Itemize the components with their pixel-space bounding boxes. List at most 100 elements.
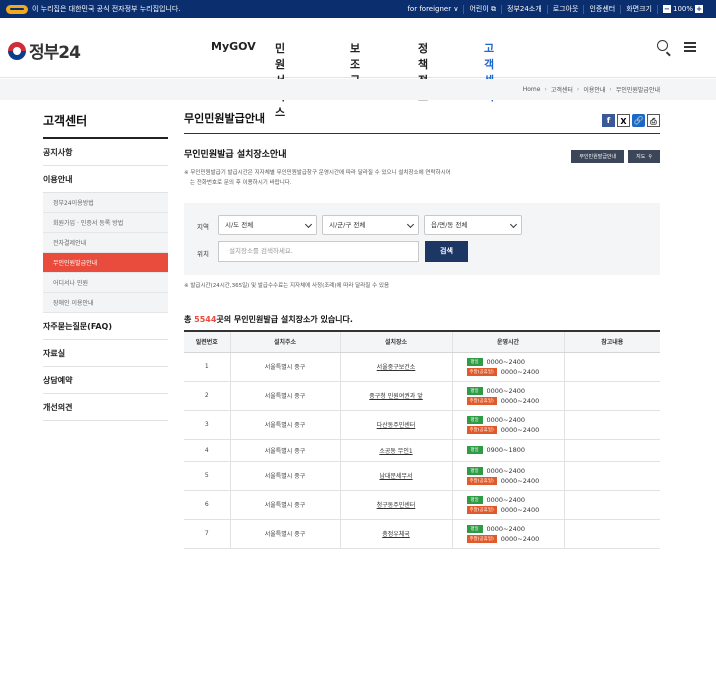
table-row: 5 서울특별시 중구 남대문세무서 평일 0000~2400 주말(공휴일) 0000~24… <box>184 461 660 491</box>
weekday-tag: 평일 <box>466 446 483 454</box>
eupmyeondong-select[interactable]: 읍/면/동 전체 <box>424 215 522 235</box>
weekday-hours: 0000~2400 <box>486 495 526 504</box>
cell-no: 5 <box>184 461 230 491</box>
search-icon[interactable] <box>657 40 668 51</box>
sidebar-submenu: 정부24이용방법 회원가입 · 인증서 등록 방법 전자결제안내 무인민원발급안… <box>43 193 168 313</box>
cell-note <box>563 519 660 549</box>
chevron-down-icon <box>304 220 313 229</box>
sigungu-select-value: 시/군/구 전체 <box>329 221 366 229</box>
table-row: 2 서울특별시 중구 중구청 민원여권과 앞 평일 0000~2400 주말(공휴일) 00… <box>184 381 660 411</box>
screen-size-label: 화면크기 <box>620 4 657 14</box>
sido-select-value: 시/도 전체 <box>225 221 254 229</box>
table-row: 7 서울특별시 중구 충정우체국 평일 0000~2400 주말(공휴일) 0000~240… <box>184 519 660 549</box>
sidebar-subitem-howto[interactable]: 정부24이용방법 <box>43 193 168 213</box>
cell-hours: 평일 0000~2400 주말(공휴일) 0000~2400 <box>451 352 564 382</box>
for-foreigner-link[interactable]: for foreigner ∨ <box>402 5 463 14</box>
weekday-hours: 0000~2400 <box>486 524 526 533</box>
notice-text: ※ 무인민원발급기 발급시간은 지자체별 무인민원발급창구 운영시간에 따라 달… <box>184 168 514 188</box>
cell-place-link[interactable]: 소공동 무인1 <box>339 439 452 462</box>
cell-place-link[interactable]: 중구청 민원여권과 앞 <box>339 381 452 411</box>
location-label: 위치 <box>197 250 209 258</box>
sidebar-item-notice[interactable]: 공지사항 <box>43 139 168 166</box>
kiosk-info-button[interactable]: 무인민원발급안내 <box>571 150 625 163</box>
sidebar-item-faq[interactable]: 자주묻는질문(FAQ) <box>43 313 168 340</box>
cell-note <box>563 490 660 520</box>
x-twitter-icon[interactable]: X <box>617 114 630 127</box>
nav-mygov[interactable]: MyGOV <box>211 40 256 53</box>
cell-address: 서울특별시 중구 <box>229 461 340 491</box>
cell-place-link[interactable]: 서울중구보건소 <box>339 352 452 382</box>
cell-note <box>563 352 660 382</box>
gov-notice-bar: 이 누리집은 대한민국 공식 전자정부 누리집입니다. for foreigne… <box>0 0 716 18</box>
kiosk-table: 일련번호 설치주소 설치장소 운영시간 참고내용 1 서울특별시 중구 서울중구보건… <box>184 330 660 549</box>
cell-no: 2 <box>184 381 230 411</box>
cell-note <box>563 410 660 440</box>
about-link[interactable]: 정부24소개 <box>501 4 547 14</box>
sidebar-item-consult[interactable]: 상담예약 <box>43 367 168 394</box>
weekend-hours: 0000~2400 <box>500 476 540 485</box>
cell-no: 4 <box>184 439 230 462</box>
weekday-hours: 0900~1800 <box>486 446 526 454</box>
sidebar-item-feedback[interactable]: 개선의견 <box>43 394 168 421</box>
sidebar-item-guide[interactable]: 이용안내 <box>43 166 168 193</box>
cell-hours: 평일 0000~2400 주말(공휴일) 0000~2400 <box>451 519 564 549</box>
zoom-in-button[interactable]: + <box>695 5 703 13</box>
sidebar-subitem-accessibility[interactable]: 장애인 이용안내 <box>43 293 168 313</box>
chevron-right-icon: › <box>609 86 612 93</box>
col-header-place: 설치장소 <box>339 331 452 353</box>
col-header-note: 참고내용 <box>563 331 660 353</box>
sigungu-select[interactable]: 시/군/구 전체 <box>322 215 419 235</box>
sidebar-item-library[interactable]: 자료실 <box>43 340 168 367</box>
cell-place-link[interactable]: 남대문세무서 <box>339 461 452 491</box>
logout-link[interactable]: 로그아웃 <box>546 4 584 14</box>
cell-address: 서울특별시 중구 <box>229 439 340 462</box>
sido-select[interactable]: 시/도 전체 <box>218 215 317 235</box>
cell-no: 1 <box>184 352 230 382</box>
breadcrumb-current: 무인민원발급안내 <box>615 87 660 94</box>
result-count: 총 5544곳의 무인민원발급 설치장소가 있습니다. <box>184 314 353 325</box>
kids-link[interactable]: 어린이 ⧉ <box>463 4 501 14</box>
breadcrumb-item[interactable]: 고객센터 <box>551 85 573 94</box>
map-button-label: 지도 <box>636 154 646 160</box>
cell-place-link[interactable]: 다산동주민센터 <box>339 410 452 440</box>
cell-address: 서울특별시 중구 <box>229 519 340 549</box>
weekday-tag: 평일 <box>466 524 483 533</box>
chevron-right-icon: › <box>576 86 580 93</box>
zoom-out-button[interactable]: − <box>662 5 671 13</box>
site-logo[interactable]: 정부24 <box>8 38 81 63</box>
menu-icon[interactable] <box>684 42 696 52</box>
count-suffix: 곳의 무인민원발급 설치장소가 있습니다. <box>216 315 353 324</box>
table-row: 3 서울특별시 중구 다산동주민센터 평일 0000~2400 주말(공휴일) 0000~2… <box>184 410 660 440</box>
sidebar-title: 고객센터 <box>43 112 168 139</box>
facebook-icon[interactable]: f <box>602 114 615 127</box>
cell-hours: 평일 0000~2400 주말(공휴일) 0000~2400 <box>451 410 564 440</box>
cert-center-link[interactable]: 인증센터 <box>583 4 620 14</box>
weekend-tag: 주말(공휴일) <box>466 425 497 434</box>
cell-hours: 평일 0000~2400 주말(공휴일) 0000~2400 <box>451 490 564 520</box>
site-header: 정부24 MyGOV 민원서비스 보조금24 정책정보 고객센터 <box>0 18 716 119</box>
sidebar-subitem-signup[interactable]: 회원가입 · 인증서 등록 방법 <box>43 213 168 233</box>
col-header-hours: 운영시간 <box>451 331 564 353</box>
region-label: 지역 <box>197 223 209 231</box>
breadcrumb-item[interactable]: 이용안내 <box>583 85 605 94</box>
cell-address: 서울특별시 중구 <box>229 381 340 411</box>
location-search-input[interactable]: 설치장소를 검색하세요. <box>218 241 419 262</box>
sidebar-subitem-payment[interactable]: 전자결제안내 <box>43 233 168 253</box>
cell-hours: 평일 0000~2400 주말(공휴일) 0000~2400 <box>451 381 564 411</box>
breadcrumb-home[interactable]: Home <box>523 86 541 93</box>
weekday-hours: 0000~2400 <box>486 357 526 366</box>
cell-place-link[interactable]: 청구동주민센터 <box>339 490 452 520</box>
search-panel: 지역 시/도 전체 시/군/구 전체 읍/면/동 전체 위치 설치장소를 검색하… <box>184 203 660 275</box>
sidebar-subitem-anywhere[interactable]: 어디서나 민원 <box>43 273 168 293</box>
search-button[interactable]: 검색 <box>425 241 468 262</box>
link-copy-icon[interactable]: 🔗 <box>632 114 645 127</box>
weekend-tag: 주말(공휴일) <box>466 505 497 514</box>
sidebar-subitem-kiosk[interactable]: 무인민원발급안내 <box>43 253 168 273</box>
zoom-value: 100% <box>672 4 693 13</box>
breadcrumb: Home › 고객센터 › 이용안내 › 무인민원발급안내 <box>523 85 660 94</box>
map-button[interactable]: 지도 ⚲ <box>628 150 660 163</box>
weekend-hours: 0000~2400 <box>500 505 540 514</box>
cell-note <box>563 461 660 491</box>
cell-place-link[interactable]: 충정우체국 <box>339 519 452 549</box>
print-icon[interactable]: ⎙ <box>647 114 660 127</box>
